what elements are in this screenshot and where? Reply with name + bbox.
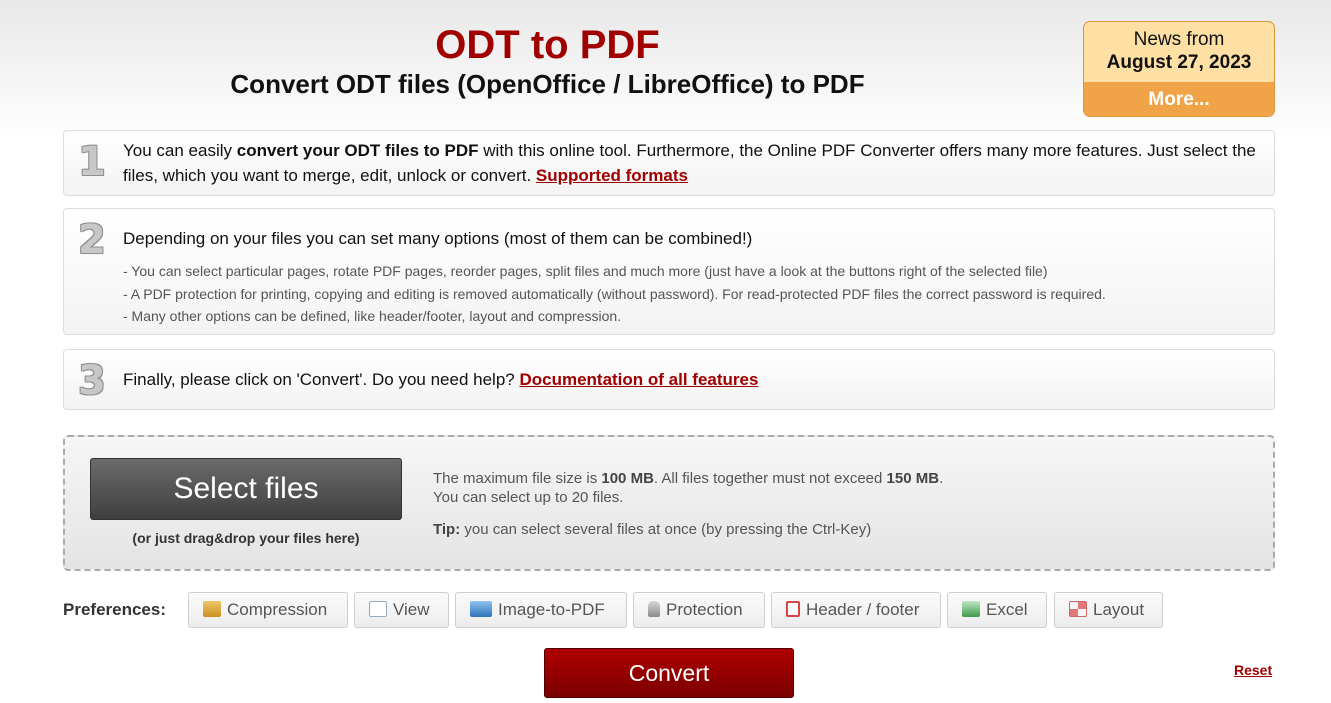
limit-text-b: . All files together must not exceed bbox=[653, 470, 887, 487]
page-title: ODT to PDF bbox=[435, 23, 660, 67]
list-item: - You can select particular pages, rotat… bbox=[123, 263, 1048, 279]
compression-label: Compression bbox=[227, 600, 328, 619]
view-button[interactable]: View bbox=[354, 592, 449, 628]
header-footer-label: Header / footer bbox=[806, 600, 920, 619]
upload-tip: Tip: you can select several files at onc… bbox=[433, 521, 871, 538]
news-date: August 27, 2023 bbox=[1106, 52, 1252, 73]
step-1-number-icon: 1 bbox=[78, 139, 106, 185]
header-footer-button[interactable]: Header / footer bbox=[771, 592, 941, 628]
convert-button[interactable]: Convert bbox=[544, 648, 794, 698]
tip-label: Tip: bbox=[433, 521, 461, 538]
list-item: - A PDF protection for printing, copying… bbox=[123, 285, 1106, 302]
view-label: View bbox=[393, 600, 430, 619]
compression-icon bbox=[203, 601, 221, 617]
step-2-number-icon: 2 bbox=[78, 217, 106, 263]
news-box: News from August 27, 2023 More... bbox=[1083, 21, 1275, 117]
file-limits-text: The maximum file size is 100 MB. All fil… bbox=[433, 469, 943, 507]
step-3-text: Finally, please click on 'Convert'. Do y… bbox=[123, 367, 1262, 392]
step-3-panel: 3 Finally, please click on 'Convert'. Do… bbox=[63, 349, 1275, 410]
step-1-text: You can easily convert your ODT files to… bbox=[123, 138, 1262, 188]
limit-size: 100 MB bbox=[601, 470, 654, 487]
excel-icon bbox=[962, 601, 980, 617]
news-label: News from bbox=[1133, 29, 1225, 50]
view-icon bbox=[369, 601, 387, 617]
limit-total: 150 MB bbox=[886, 470, 940, 487]
file-dropzone[interactable]: Select files (or just drag&drop your fil… bbox=[63, 435, 1275, 571]
image-icon bbox=[470, 601, 492, 617]
step-3-number-icon: 3 bbox=[78, 358, 106, 404]
lock-icon bbox=[648, 601, 660, 617]
layout-label: Layout bbox=[1093, 600, 1145, 619]
excel-button[interactable]: Excel bbox=[947, 592, 1047, 628]
limit-text-a: The maximum file size is bbox=[433, 470, 602, 487]
step-1-panel: 1 You can easily convert your ODT files … bbox=[63, 130, 1275, 196]
step-2-text: Depending on your files you can set many… bbox=[123, 229, 753, 248]
image-to-pdf-label: Image-to-PDF bbox=[498, 600, 605, 619]
select-files-button[interactable]: Select files bbox=[90, 458, 402, 520]
preferences-label: Preferences: bbox=[63, 600, 167, 619]
list-item: - Many other options can be defined, lik… bbox=[123, 308, 622, 324]
protection-label: Protection bbox=[666, 600, 743, 619]
step-1-text-bold: convert your ODT files to PDF bbox=[236, 141, 479, 160]
supported-formats-link[interactable]: Supported formats bbox=[536, 166, 688, 185]
step-2-bullets: - You can select particular pages, rotat… bbox=[123, 260, 1106, 328]
limit-text-c: . bbox=[939, 470, 944, 487]
step-1-text-a: You can easily bbox=[123, 141, 237, 160]
image-to-pdf-button[interactable]: Image-to-PDF bbox=[455, 592, 627, 628]
step-3-text-a: Finally, please click on 'Convert'. Do y… bbox=[123, 370, 520, 389]
page-subtitle: Convert ODT files (OpenOffice / LibreOff… bbox=[230, 69, 865, 99]
documentation-link[interactable]: Documentation of all features bbox=[519, 370, 758, 389]
layout-icon bbox=[1069, 601, 1087, 617]
excel-label: Excel bbox=[986, 600, 1028, 619]
news-more-button[interactable]: More... bbox=[1084, 82, 1274, 116]
reset-link[interactable]: Reset bbox=[1234, 662, 1272, 678]
news-header: News from August 27, 2023 bbox=[1084, 22, 1274, 82]
header-footer-icon bbox=[786, 601, 800, 617]
step-2-panel: 2 Depending on your files you can set ma… bbox=[63, 208, 1275, 335]
tip-text: you can select several files at once (by… bbox=[460, 521, 872, 538]
protection-button[interactable]: Protection bbox=[633, 592, 765, 628]
layout-button[interactable]: Layout bbox=[1054, 592, 1163, 628]
compression-button[interactable]: Compression bbox=[188, 592, 348, 628]
drag-drop-hint: (or just drag&drop your files here) bbox=[132, 530, 360, 546]
limit-count: You can select up to 20 files. bbox=[433, 489, 624, 506]
page-header: ODT to PDF Convert ODT files (OpenOffice… bbox=[0, 22, 1095, 100]
